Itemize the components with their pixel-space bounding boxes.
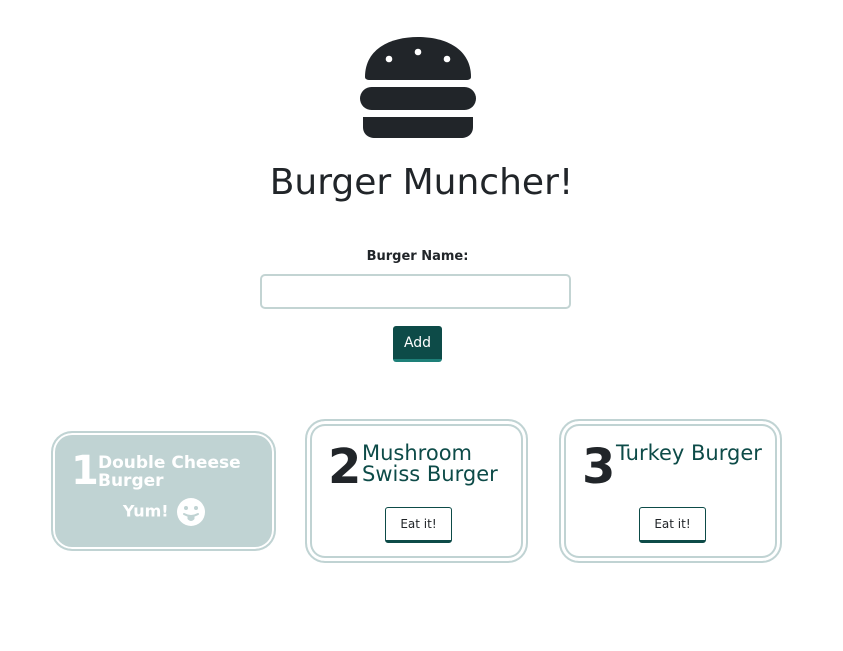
burger-card: 3 Turkey Burger Eat it!: [559, 419, 782, 563]
eat-it-button[interactable]: Eat it!: [385, 507, 452, 543]
burger-name: Double Cheese Burger: [98, 453, 241, 491]
burger-icon: [360, 37, 476, 138]
burger-card-devoured: 1 Double Cheese Burger Yum!: [52, 432, 275, 550]
burger-number: 2: [328, 439, 362, 495]
burger-name: Turkey Burger: [616, 441, 762, 465]
burger-number: 1: [71, 448, 99, 494]
tongue-smiley-icon: [177, 497, 206, 526]
yum-label: Yum!: [122, 501, 169, 521]
burger-card: 2 Mushroom Swiss Burger Eat it!: [305, 419, 528, 563]
add-button[interactable]: Add: [393, 326, 442, 362]
yum-status: Yum!: [53, 496, 276, 527]
page: Burger Muncher! Burger Name: Add 1 Doubl…: [0, 0, 843, 651]
page-title: Burger Muncher!: [269, 162, 574, 203]
burger-number: 3: [582, 439, 616, 495]
burger-name-input[interactable]: [260, 274, 571, 309]
burger-name: Mushroom Swiss Burger: [362, 441, 498, 486]
burger-name-label: Burger Name:: [366, 249, 469, 264]
eat-it-button[interactable]: Eat it!: [639, 507, 706, 543]
